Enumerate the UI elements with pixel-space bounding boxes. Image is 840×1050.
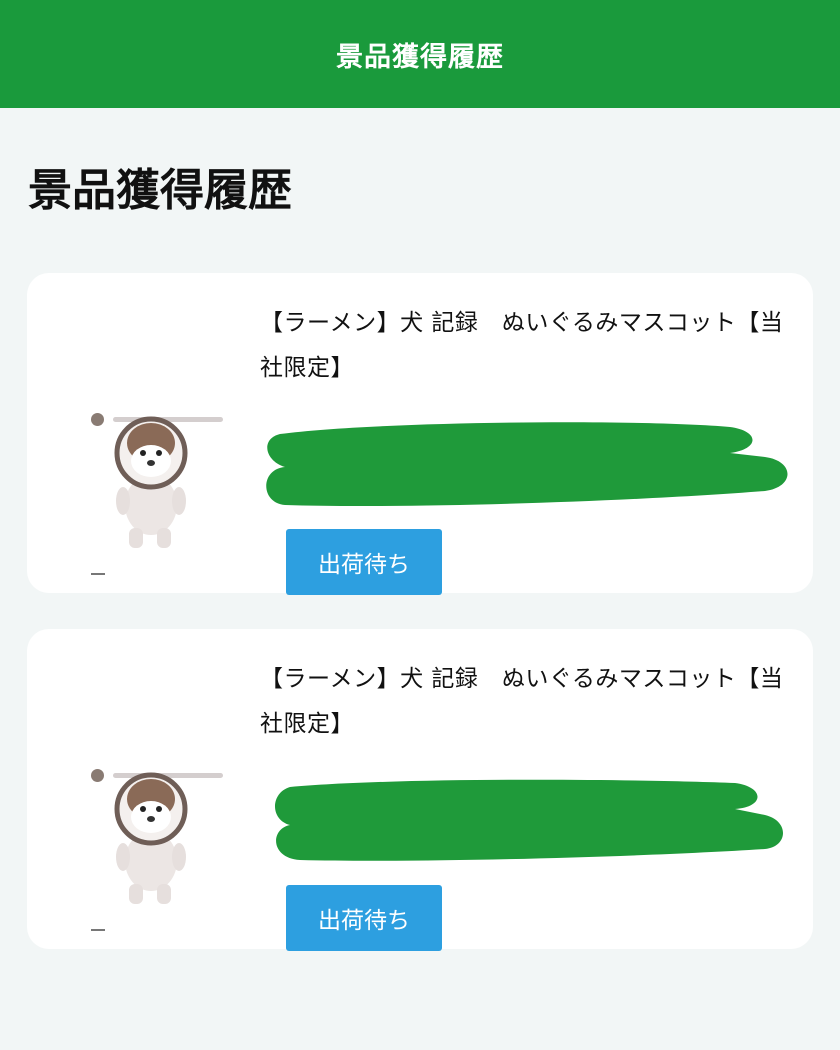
prize-card[interactable]: 【ラーメン】犬 記録 ぬいぐるみマスコット【当社限定】 出荷待ち [27, 629, 813, 951]
page-title: 景品獲得履歴 [28, 165, 292, 216]
app-bar-title: 景品獲得履歴 [336, 41, 504, 73]
redaction-mark [266, 422, 788, 507]
dog-plush-icon [114, 416, 188, 548]
thumbnail-footer-line [91, 929, 105, 931]
product-title: 【ラーメン】犬 記録 ぬいぐるみマスコット【当社限定】 [260, 310, 784, 381]
top-app-bar: 景品獲得履歴 [0, 0, 840, 108]
product-thumbnail[interactable] [55, 689, 245, 931]
thumbnail-avatar-dot [91, 413, 104, 426]
shipping-status-button[interactable]: 出荷待ち [286, 885, 442, 951]
prize-card[interactable]: 【ラーメン】犬 記録 ぬいぐるみマスコット【当社限定】 出荷待ち [27, 273, 813, 595]
redaction-mark [275, 779, 784, 861]
product-thumbnail[interactable] [55, 333, 245, 575]
prize-info: 【ラーメン】犬 記録 ぬいぐるみマスコット【当社限定】 出荷待ち [260, 301, 790, 595]
product-title: 【ラーメン】犬 記録 ぬいぐるみマスコット【当社限定】 [260, 666, 784, 737]
prize-info: 【ラーメン】犬 記録 ぬいぐるみマスコット【当社限定】 出荷待ち [260, 657, 790, 951]
thumbnail-avatar-dot [91, 769, 104, 782]
prize-history-list: 【ラーメン】犬 記録 ぬいぐるみマスコット【当社限定】 出荷待ち 【ラーメン】犬… [27, 273, 813, 985]
dog-plush-icon [114, 772, 188, 904]
shipping-status-button[interactable]: 出荷待ち [286, 529, 442, 595]
thumbnail-footer-line [91, 573, 105, 575]
